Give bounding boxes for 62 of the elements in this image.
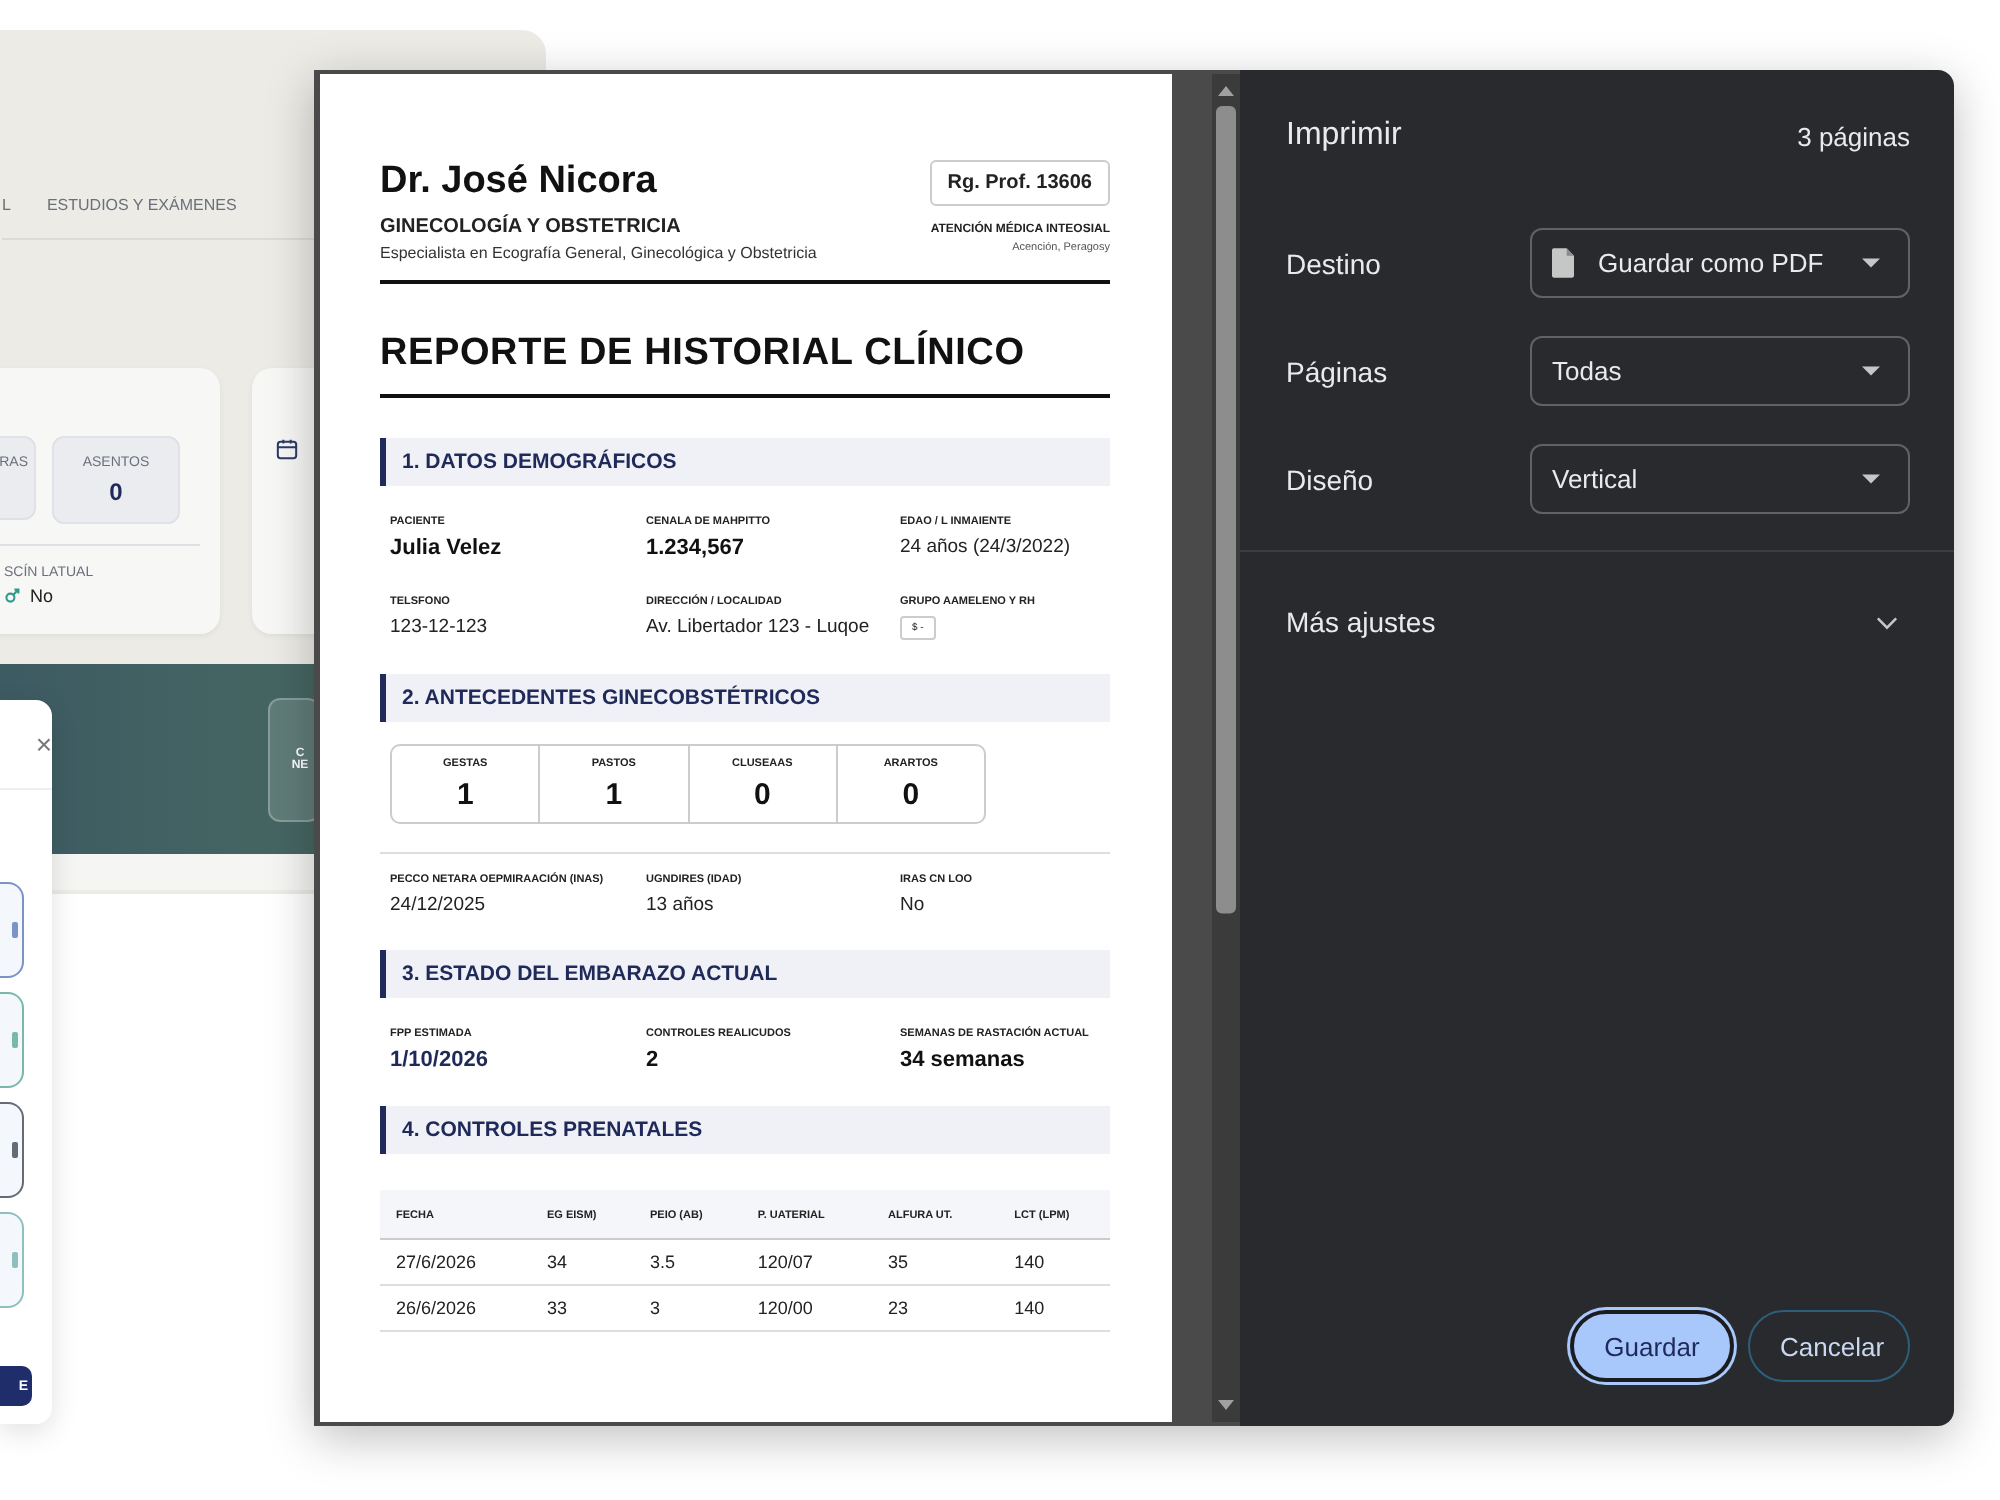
field-value: Julia Velez [390,536,504,560]
caret-icon [1862,474,1880,484]
table-cell: 35 [872,1239,999,1285]
table-cell: 120/00 [741,1285,872,1331]
table-cell: 26/6/2026 [380,1285,532,1331]
table-cell: 27/6/2026 [380,1239,532,1285]
field-value: 24 años (24/3/2022) [900,536,1073,558]
table-cell: 3 [634,1285,742,1331]
section-heading: 2. ANTECEDENTES GINECOBSTÉTRICOS [380,674,1110,722]
male-icon [4,588,20,604]
table-cell: 140 [998,1285,1110,1331]
specialty: GINECOLOGÍA Y OBSTETRICIA [380,216,683,238]
report-title: REPORTE DE HISTORIAL CLÍNICO [380,332,1027,376]
select-dropdown[interactable]: Todas [1530,336,1910,406]
count-value: 0 [902,778,920,812]
table-cell: 120/07 [741,1239,872,1285]
nav-tab[interactable]: L [2,196,11,214]
count-value: 0 [753,778,771,812]
field-value: 123-12-123 [390,616,490,638]
setting-label: Páginas [1286,355,1388,387]
field-value: Av. Libertador 123 - Luqoe [646,616,872,638]
dialog-title: Imprimir [1286,118,1402,154]
field-value: 2 [646,1048,661,1072]
section-heading: 3. ESTADO DEL EMBARAZO ACTUAL [380,950,1110,998]
count-value: 1 [605,778,623,812]
document-icon [1552,248,1574,278]
field-value: 1.234,567 [646,536,746,560]
section-heading: 1. DATOS DEMOGRÁFICOS [380,438,1110,486]
stat-value: 0 [109,477,123,505]
select-dropdown[interactable]: Guardar como PDF [1530,228,1910,298]
nav-tab[interactable]: ESTUDIOS Y EXÁMENES [46,196,237,214]
page-count: 3 páginas [1797,121,1910,151]
close-button[interactable]: × [35,730,52,758]
save-button[interactable]: Guardar [1570,1310,1734,1382]
section-heading: 4. CONTROLES PRENATALES [380,1106,1110,1154]
subtitle: Especialista en Ecografía General, Ginecológica y Obstetricia [380,244,817,262]
field-value: 1/10/2026 [390,1048,490,1072]
option-card[interactable] [0,992,24,1088]
table-cell: 140 [998,1239,1110,1285]
table-cell: 23 [872,1285,999,1331]
option-card[interactable] [0,882,24,978]
scrollbar[interactable] [1212,74,1240,1422]
field-value: 34 semanas [900,1048,1027,1072]
caret-icon [1862,258,1880,268]
doctor-name: Dr. José Nicora [380,160,659,204]
cancel-button[interactable]: Cancelar [1748,1310,1910,1382]
table-cell: 33 [531,1285,635,1331]
field-value: 13 años [646,894,716,916]
count-value: 1 [456,778,474,812]
select-dropdown[interactable]: Vertical [1530,444,1910,514]
setting-label: Destino [1286,247,1381,279]
table-cell: 34 [531,1239,635,1285]
field-value: No [30,586,54,606]
calendar-icon [276,438,298,460]
table-cell: 3.5 [634,1239,742,1285]
field-value: No [900,894,927,916]
setting-label: Diseño [1286,463,1374,495]
more-settings-toggle[interactable]: Más ajustes [1286,606,1910,638]
option-card[interactable] [0,1102,24,1198]
field-value: 24/12/2025 [390,894,488,916]
registration-badge: Rg. Prof. 13606 [929,160,1110,206]
caret-icon [1862,366,1880,376]
